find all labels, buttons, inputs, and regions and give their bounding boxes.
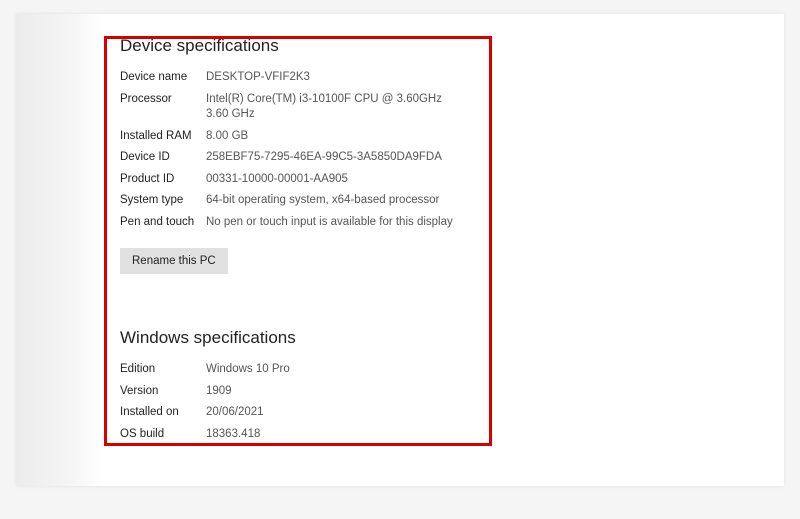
spec-row-pen-touch: Pen and touch No pen or touch input is a… xyxy=(120,215,756,231)
spec-row-installed-ram: Installed RAM 8.00 GB xyxy=(120,129,756,145)
spec-label: Pen and touch xyxy=(120,215,206,231)
spec-row-installed-on: Installed on 20/06/2021 xyxy=(120,405,756,421)
spec-label: Device ID xyxy=(120,150,206,166)
spec-label: Product ID xyxy=(120,172,206,188)
spec-row-edition: Edition Windows 10 Pro xyxy=(120,362,756,378)
device-specifications-title: Device specifications xyxy=(120,36,756,56)
spec-label: Device name xyxy=(120,70,206,86)
spec-label: Processor xyxy=(120,92,206,123)
content-area: Device specifications Device name DESKTO… xyxy=(102,14,784,486)
spec-value: 00331-10000-00001-AA905 xyxy=(206,172,348,188)
spec-value: 20/06/2021 xyxy=(206,405,264,421)
spec-row-product-id: Product ID 00331-10000-00001-AA905 xyxy=(120,172,756,188)
spec-value: Intel(R) Core(TM) i3-10100F CPU @ 3.60GH… xyxy=(206,92,466,123)
spec-value: 64-bit operating system, x64-based proce… xyxy=(206,193,439,209)
windows-specifications-title: Windows specifications xyxy=(120,328,756,348)
spec-value: Windows 10 Pro xyxy=(206,362,290,378)
spec-label: Installed RAM xyxy=(120,129,206,145)
spec-label: System type xyxy=(120,193,206,209)
spec-value: 258EBF75-7295-46EA-99C5-3A5850DA9FDA xyxy=(206,150,442,166)
spec-row-version: Version 1909 xyxy=(120,384,756,400)
windows-specifications-section: Windows specifications Edition Windows 1… xyxy=(106,316,766,442)
spec-value: 8.00 GB xyxy=(206,129,248,145)
spec-value: 1909 xyxy=(206,384,232,400)
spec-label: Version xyxy=(120,384,206,400)
spec-value: 18363.418 xyxy=(206,427,260,443)
spec-row-device-id: Device ID 258EBF75-7295-46EA-99C5-3A5850… xyxy=(120,150,756,166)
device-specifications-section: Device specifications Device name DESKTO… xyxy=(106,24,766,274)
spec-label: OS build xyxy=(120,427,206,443)
spec-value: No pen or touch input is available for t… xyxy=(206,215,453,231)
spec-row-system-type: System type 64-bit operating system, x64… xyxy=(120,193,756,209)
spec-row-device-name: Device name DESKTOP-VFIF2K3 xyxy=(120,70,756,86)
spec-row-processor: Processor Intel(R) Core(TM) i3-10100F CP… xyxy=(120,92,756,123)
left-gradient-strip xyxy=(16,14,102,486)
spec-row-os-build: OS build 18363.418 xyxy=(120,427,756,443)
spec-label: Edition xyxy=(120,362,206,378)
settings-about-panel: Device specifications Device name DESKTO… xyxy=(16,14,784,486)
spec-label: Installed on xyxy=(120,405,206,421)
rename-pc-button[interactable]: Rename this PC xyxy=(120,248,228,274)
spec-value: DESKTOP-VFIF2K3 xyxy=(206,70,310,86)
